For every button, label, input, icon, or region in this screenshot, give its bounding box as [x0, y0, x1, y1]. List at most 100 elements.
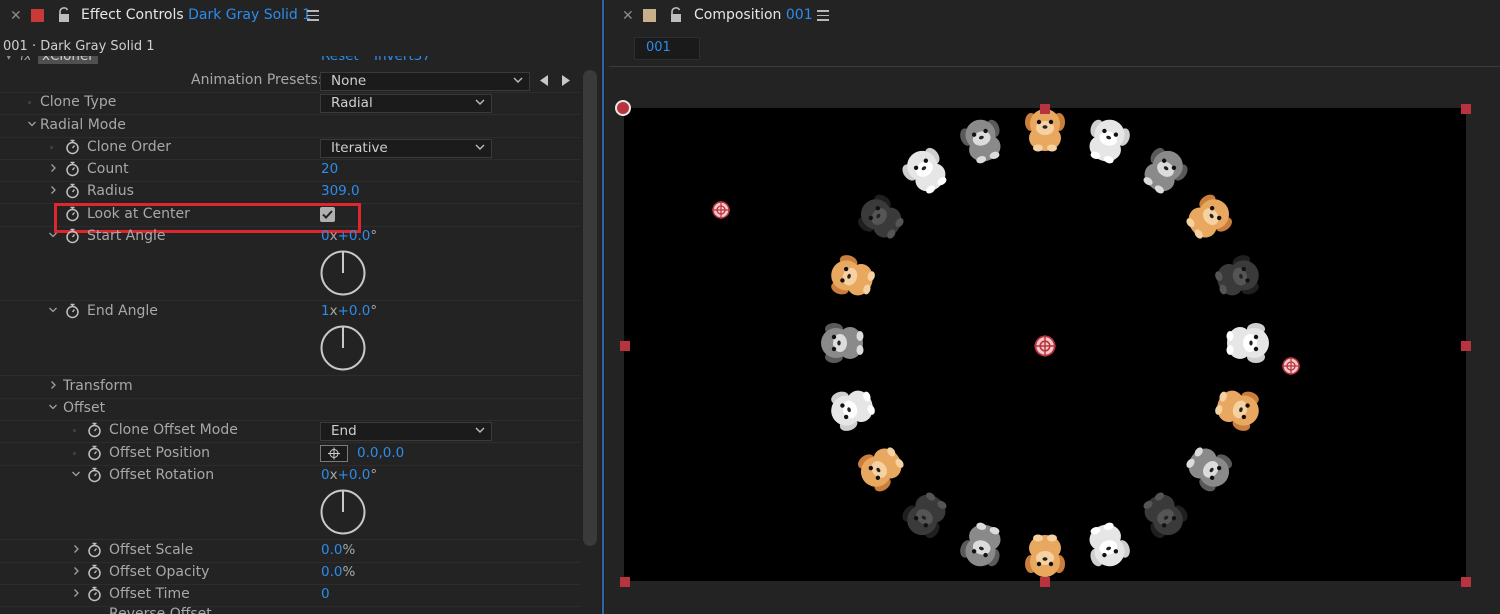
next-preset-icon[interactable]: [561, 75, 571, 86]
stopwatch-icon[interactable]: [65, 183, 80, 199]
offset-time-row: Offset Time 0: [0, 584, 580, 607]
stopwatch-icon[interactable]: [87, 422, 102, 438]
offset-rotation-row: Offset Rotation 0x+0.0°: [0, 465, 580, 540]
crosshair-icon[interactable]: [711, 200, 731, 220]
label-swatch: [643, 9, 656, 22]
composition-title[interactable]: Composition 001: [694, 7, 813, 23]
stopwatch-icon[interactable]: [87, 467, 102, 483]
divider: [609, 66, 1500, 67]
white-cat-clone: [1089, 522, 1130, 567]
selection-handle[interactable]: [1461, 577, 1471, 587]
animation-presets-label: Animation Presets:: [191, 72, 323, 88]
start-angle-revs: 0: [321, 228, 330, 244]
stopwatch-icon[interactable]: [65, 228, 80, 244]
stopwatch-icon[interactable]: [87, 586, 102, 602]
selection-handle[interactable]: [1040, 104, 1050, 114]
tan-puppy-clone: [1215, 390, 1259, 431]
scrollbar[interactable]: [583, 70, 597, 546]
radius-value[interactable]: 309.0: [321, 183, 360, 199]
animation-presets-dropdown[interactable]: None: [320, 72, 530, 91]
offset-rotation-dial[interactable]: [320, 489, 366, 535]
composition-breadcrumb-tab[interactable]: 001: [634, 37, 700, 60]
stopwatch-icon[interactable]: [65, 161, 80, 177]
stopwatch-icon[interactable]: [87, 542, 102, 558]
transform-row[interactable]: Transform: [0, 376, 580, 399]
selection-handle[interactable]: [1461, 104, 1471, 114]
close-icon[interactable]: ✕: [10, 8, 22, 24]
end-angle-deg: +0.0: [337, 303, 371, 319]
clone-type-label: Clone Type: [40, 94, 117, 110]
offset-rotation-x: x: [329, 467, 338, 483]
offset-time-value[interactable]: 0: [321, 586, 330, 602]
lock-icon[interactable]: [669, 7, 683, 23]
clone-offset-mode-dropdown[interactable]: End: [320, 422, 492, 441]
effect-name[interactable]: xCloner: [38, 56, 98, 64]
start-angle-dial[interactable]: [320, 250, 366, 296]
effect-controls-tab[interactable]: ✕ Effect Controls Dark Gray Solid 1: [0, 0, 601, 34]
reset-link[interactable]: Reset: [321, 56, 359, 64]
end-angle-dial[interactable]: [320, 325, 366, 371]
selection-handle[interactable]: [1040, 577, 1050, 587]
selection-handle[interactable]: [1461, 341, 1471, 351]
count-value[interactable]: 20: [321, 161, 338, 177]
animation-presets-value: None: [331, 73, 367, 89]
stopwatch-icon[interactable]: [87, 445, 102, 461]
clone-offset-mode-value: End: [331, 423, 357, 439]
cropped-row: Reverse Offset: [0, 606, 580, 614]
offset-scale-value[interactable]: 0.0%: [321, 542, 355, 558]
chevron-right-icon[interactable]: [71, 544, 81, 554]
chevron-down-icon[interactable]: ▾: [6, 56, 12, 63]
stopwatch-icon[interactable]: [65, 303, 80, 319]
count-row: Count 20: [0, 159, 580, 182]
radius-row: Radius 309.0: [0, 181, 580, 204]
menu-icon[interactable]: [817, 10, 829, 21]
breadcrumb: 001 · Dark Gray Solid 1: [3, 39, 155, 54]
lock-icon[interactable]: [57, 7, 71, 23]
crosshair-icon[interactable]: [1033, 334, 1057, 358]
chevron-down-icon[interactable]: [48, 230, 58, 240]
offset-rotation-value[interactable]: 0x+0.0°: [321, 467, 377, 483]
close-icon[interactable]: ✕: [622, 8, 634, 24]
start-angle-deg: +0.0: [337, 228, 371, 244]
clone-order-row: Clone Order Iterative: [0, 137, 580, 160]
point-picker-icon[interactable]: [320, 445, 348, 462]
menu-icon[interactable]: [307, 10, 319, 21]
start-angle-x: x: [329, 228, 338, 244]
offset-scale-row: Offset Scale 0.0%: [0, 540, 580, 563]
indent-dot: [50, 146, 53, 149]
clone-order-dropdown[interactable]: Iterative: [320, 139, 492, 158]
selection-handle[interactable]: [620, 341, 630, 351]
offset-rotation-deg: +0.0: [337, 467, 371, 483]
clone-order-value: Iterative: [331, 140, 388, 156]
chevron-down-icon[interactable]: [48, 305, 58, 315]
offset-row[interactable]: Offset: [0, 398, 580, 421]
chevron-right-icon[interactable]: [71, 566, 81, 576]
chevron-down-icon[interactable]: [27, 119, 37, 129]
fx-icon[interactable]: fx: [20, 56, 31, 63]
stopwatch-icon[interactable]: [65, 139, 80, 155]
anchor-handle[interactable]: [615, 100, 631, 116]
offset-position-value[interactable]: 0.0,0.0: [357, 445, 404, 461]
end-angle-row: End Angle 1x+0.0°: [0, 301, 580, 376]
radial-mode-row[interactable]: Radial Mode: [0, 115, 580, 138]
chevron-down-icon[interactable]: [48, 402, 58, 412]
stopwatch-icon[interactable]: [87, 564, 102, 580]
crosshair-icon[interactable]: [1281, 356, 1301, 376]
chevron-right-icon[interactable]: [48, 380, 58, 390]
composition-name: 001: [785, 7, 813, 23]
label-swatch: [31, 9, 44, 22]
previous-preset-icon[interactable]: [539, 75, 549, 86]
end-angle-value[interactable]: 1x+0.0°: [321, 303, 377, 319]
layer-name: Dark Gray Solid 1: [188, 7, 312, 23]
about-link[interactable]: Invert37: [374, 56, 431, 64]
clone-type-dropdown[interactable]: Radial: [320, 94, 492, 113]
chevron-right-icon[interactable]: [48, 185, 58, 195]
chevron-right-icon[interactable]: [48, 163, 58, 173]
chevron-down-icon[interactable]: [71, 469, 81, 479]
selection-handle[interactable]: [620, 577, 630, 587]
chevron-right-icon[interactable]: [71, 588, 81, 598]
white-cat-clone: [1089, 119, 1130, 164]
offset-opacity-value[interactable]: 0.0%: [321, 564, 355, 580]
start-angle-value[interactable]: 0x+0.0°: [321, 228, 377, 244]
tan-puppy-clone: [831, 255, 875, 296]
